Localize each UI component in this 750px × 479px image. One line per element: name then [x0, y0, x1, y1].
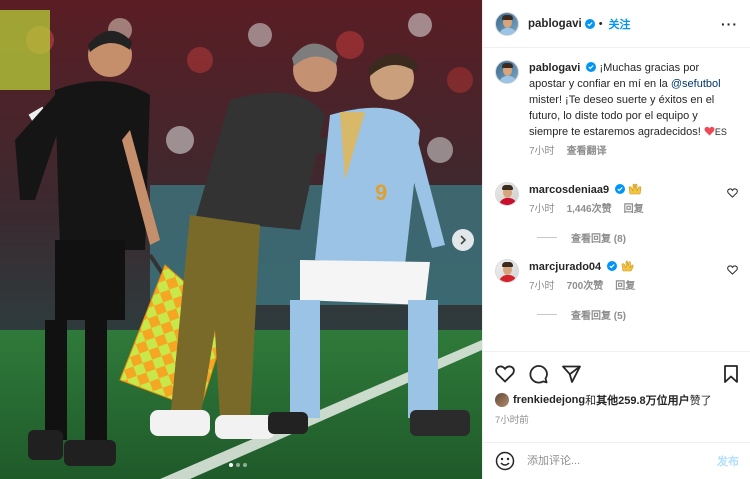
jersey-number: 9 — [375, 180, 387, 205]
comment-item: marcjurado04 7小时 700次赞 回复 — [495, 259, 738, 295]
reply-button[interactable]: 回复 — [615, 279, 635, 295]
likes-suffix: 赞了 — [689, 395, 712, 407]
verified-badge-icon — [607, 261, 618, 271]
carousel-dot — [236, 463, 240, 467]
football-scene-image: 9 — [0, 0, 482, 479]
post-dialog: 9 pablogavi • 关注 ··· pablogavi ¡Muchas g… — [0, 0, 750, 479]
commenter-avatar[interactable] — [495, 182, 519, 206]
clapping-hands-icon — [628, 183, 642, 195]
bookmark-icon — [724, 365, 738, 383]
save-button[interactable] — [723, 365, 739, 383]
comment-input[interactable] — [527, 455, 717, 467]
caption-time: 7小时 — [529, 146, 555, 157]
likes-connector: 和 — [585, 395, 597, 407]
comment-item: marcosdeniaa9 7小时 1,446次赞 回复 — [495, 182, 738, 218]
carousel-indicator — [229, 463, 247, 467]
follow-button[interactable]: 关注 — [609, 16, 631, 32]
post-header: pablogavi • 关注 ··· — [483, 0, 750, 48]
chevron-right-icon — [460, 235, 467, 245]
author-username[interactable]: pablogavi — [528, 18, 582, 30]
comment-time: 7小时 — [529, 281, 555, 292]
likes-summary[interactable]: frenkiedejong 和其他259.8万位用户 赞了 — [495, 392, 739, 408]
post-actions: frenkiedejong 和其他259.8万位用户 赞了 7小时前 — [483, 351, 750, 426]
send-paper-plane-icon — [562, 365, 581, 383]
caption-text-rest: mister! ¡Te deseo suerte y éxitos en el … — [529, 94, 715, 138]
red-heart-icon — [704, 126, 715, 136]
see-translation-link[interactable]: 查看翻译 — [567, 144, 607, 160]
divider-line — [537, 314, 557, 315]
like-button[interactable] — [495, 365, 515, 383]
comment-likes-count[interactable]: 700次赞 — [567, 279, 604, 295]
caption-username[interactable]: pablogavi — [529, 62, 580, 74]
carousel-next-button[interactable] — [452, 229, 474, 251]
comment-list: pablogavi ¡Muchas gracias por apostar y … — [483, 48, 750, 348]
caption-flag-suffix: ES — [714, 127, 727, 137]
share-button[interactable] — [562, 365, 581, 383]
post-side-panel: pablogavi • 关注 ··· pablogavi ¡Muchas gra… — [482, 0, 750, 479]
view-replies-button[interactable]: 查看回复 (8) — [537, 230, 738, 245]
verified-badge-icon — [615, 184, 626, 194]
caption-row: pablogavi ¡Muchas gracias por apostar y … — [495, 60, 738, 160]
liker-username[interactable]: frenkiedejong — [513, 394, 585, 406]
caption-avatar[interactable] — [495, 60, 519, 84]
divider-line — [537, 237, 557, 238]
commenter-username[interactable]: marcjurado04 — [529, 261, 601, 273]
liker-avatar — [495, 393, 509, 407]
author-avatar[interactable] — [495, 11, 519, 36]
view-replies-button[interactable]: 查看回复 (5) — [537, 307, 738, 322]
heart-icon — [495, 365, 515, 383]
view-replies-label[interactable]: 查看回复 (8) — [571, 230, 626, 245]
post-timestamp: 7小时前 — [495, 415, 529, 426]
comment-likes-count[interactable]: 1,446次赞 — [567, 202, 612, 218]
verified-badge-icon — [586, 62, 597, 72]
likes-others[interactable]: 其他259.8万位用户 — [596, 392, 690, 408]
view-replies-label[interactable]: 查看回复 (5) — [571, 307, 626, 322]
carousel-dot — [243, 463, 247, 467]
comment-time: 7小时 — [529, 204, 555, 215]
like-comment-heart-icon[interactable] — [727, 188, 738, 198]
commenter-username[interactable]: marcosdeniaa9 — [529, 184, 609, 196]
like-comment-heart-icon[interactable] — [727, 265, 738, 275]
post-comment-button[interactable]: 发布 — [717, 453, 739, 469]
clapping-hand-icon — [621, 260, 634, 272]
emoji-picker-icon[interactable] — [495, 451, 515, 471]
comment-button[interactable] — [529, 364, 548, 384]
carousel-dot-active — [229, 463, 233, 467]
comment-bubble-icon — [529, 364, 548, 383]
post-photo[interactable]: 9 — [0, 0, 482, 479]
add-comment-bar: 发布 — [483, 442, 750, 479]
caption-mention-link[interactable]: @sefutbol — [671, 78, 721, 90]
more-options-button[interactable]: ··· — [721, 16, 738, 32]
verified-badge-icon — [584, 18, 595, 29]
reply-button[interactable]: 回复 — [624, 202, 644, 218]
commenter-avatar[interactable] — [495, 259, 519, 283]
